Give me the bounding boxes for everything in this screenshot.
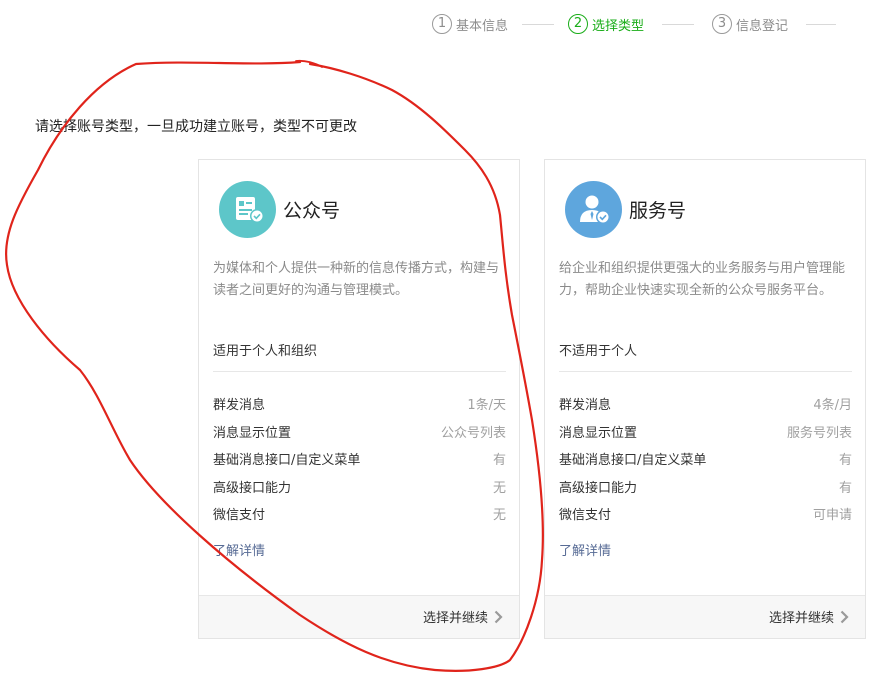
chevron-right-icon bbox=[494, 610, 503, 623]
feature-row: 消息显示位置 服务号列表 bbox=[559, 418, 852, 446]
card-title: 服务号 bbox=[629, 200, 687, 222]
chevron-right-icon bbox=[840, 610, 849, 623]
feature-name: 群发消息 bbox=[213, 398, 266, 414]
card-description: 给企业和组织提供更强大的业务服务与用户管理能力，帮助企业快速实现全新的公众号服务… bbox=[559, 261, 846, 298]
feature-name: 基础消息接口/自定义菜单 bbox=[213, 453, 361, 469]
step-label: 信息登记 bbox=[736, 18, 789, 34]
feature-row: 消息显示位置 公众号列表 bbox=[213, 418, 506, 446]
step-number: 3 bbox=[712, 14, 733, 34]
feature-value: 有 bbox=[838, 453, 852, 469]
account-type-card-subscription: 公众号 为媒体和个人提供一种新的信息传播方式，构建与读者之间更好的沟通与管理模式… bbox=[198, 159, 520, 639]
step-register-info[interactable]: 3 信息登记 bbox=[712, 14, 788, 34]
card-footer: 选择并继续 bbox=[199, 595, 519, 638]
step-divider bbox=[522, 23, 555, 25]
step-divider bbox=[806, 23, 837, 25]
feature-value: 可申请 bbox=[812, 508, 852, 524]
feature-value: 有 bbox=[838, 480, 852, 496]
feature-value: 1条/天 bbox=[467, 398, 506, 414]
feature-row: 基础消息接口/自定义菜单 有 bbox=[213, 445, 506, 473]
select-continue-button[interactable]: 选择并继续 bbox=[423, 607, 503, 626]
progress-stepper: 1 基本信息 2 选择类型 3 信息登记 bbox=[432, 12, 837, 36]
feature-name: 群发消息 bbox=[559, 398, 612, 414]
step-number: 2 bbox=[568, 14, 589, 34]
step-label: 基本信息 bbox=[456, 18, 509, 34]
feature-value: 公众号列表 bbox=[440, 425, 506, 441]
feature-name: 消息显示位置 bbox=[213, 425, 292, 441]
document-check-icon bbox=[219, 181, 276, 238]
feature-row: 微信支付 可申请 bbox=[559, 500, 852, 528]
button-label: 选择并继续 bbox=[422, 611, 488, 626]
feature-list: 群发消息 1条/天 消息显示位置 公众号列表 基础消息接口/自定义菜单 有 高级接口能… bbox=[213, 390, 506, 528]
feature-row: 高级接口能力 有 bbox=[559, 473, 852, 501]
step-label: 选择类型 bbox=[592, 18, 645, 34]
feature-value: 无 bbox=[492, 480, 506, 496]
account-type-card-service: 服务号 给企业和组织提供更强大的业务服务与用户管理能力，帮助企业快速实现全新的公… bbox=[544, 159, 866, 639]
step-divider bbox=[662, 23, 695, 25]
feature-row: 微信支付 无 bbox=[213, 500, 506, 528]
feature-name: 高级接口能力 bbox=[559, 480, 638, 496]
feature-name: 基础消息接口/自定义菜单 bbox=[559, 453, 707, 469]
card-footer: 选择并继续 bbox=[545, 595, 865, 638]
feature-value: 无 bbox=[492, 508, 506, 524]
card-description: 为媒体和个人提供一种新的信息传播方式，构建与读者之间更好的沟通与管理模式。 bbox=[213, 261, 500, 298]
feature-value: 4条/月 bbox=[813, 398, 852, 414]
suitability-note: 不适用于个人 bbox=[559, 340, 852, 372]
user-check-icon bbox=[565, 181, 622, 238]
card-header: 服务号 bbox=[565, 181, 686, 238]
feature-row: 群发消息 4条/月 bbox=[559, 390, 852, 418]
card-title: 公众号 bbox=[283, 200, 341, 222]
select-continue-button[interactable]: 选择并继续 bbox=[769, 607, 849, 626]
feature-row: 基础消息接口/自定义菜单 有 bbox=[559, 445, 852, 473]
suitability-note: 适用于个人和组织 bbox=[213, 340, 506, 372]
feature-row: 高级接口能力 无 bbox=[213, 473, 506, 501]
button-label: 选择并继续 bbox=[768, 611, 834, 626]
step-select-type[interactable]: 2 选择类型 bbox=[568, 14, 644, 34]
feature-name: 微信支付 bbox=[559, 508, 612, 524]
learn-more-link[interactable]: 了解详情 bbox=[213, 540, 265, 559]
card-header: 公众号 bbox=[219, 181, 340, 238]
intro-text: 请选择账号类型，一旦成功建立账号，类型不可更改 bbox=[35, 119, 357, 135]
feature-name: 高级接口能力 bbox=[213, 480, 292, 496]
feature-name: 消息显示位置 bbox=[559, 425, 638, 441]
step-number: 1 bbox=[432, 14, 452, 34]
step-basic-info[interactable]: 1 基本信息 bbox=[432, 14, 508, 34]
feature-value: 有 bbox=[492, 453, 506, 469]
feature-name: 微信支付 bbox=[213, 508, 266, 524]
feature-list: 群发消息 4条/月 消息显示位置 服务号列表 基础消息接口/自定义菜单有 高级接口能… bbox=[559, 390, 852, 528]
feature-row: 群发消息 1条/天 bbox=[213, 390, 506, 418]
feature-value: 服务号列表 bbox=[786, 425, 852, 441]
learn-more-link[interactable]: 了解详情 bbox=[559, 540, 611, 559]
